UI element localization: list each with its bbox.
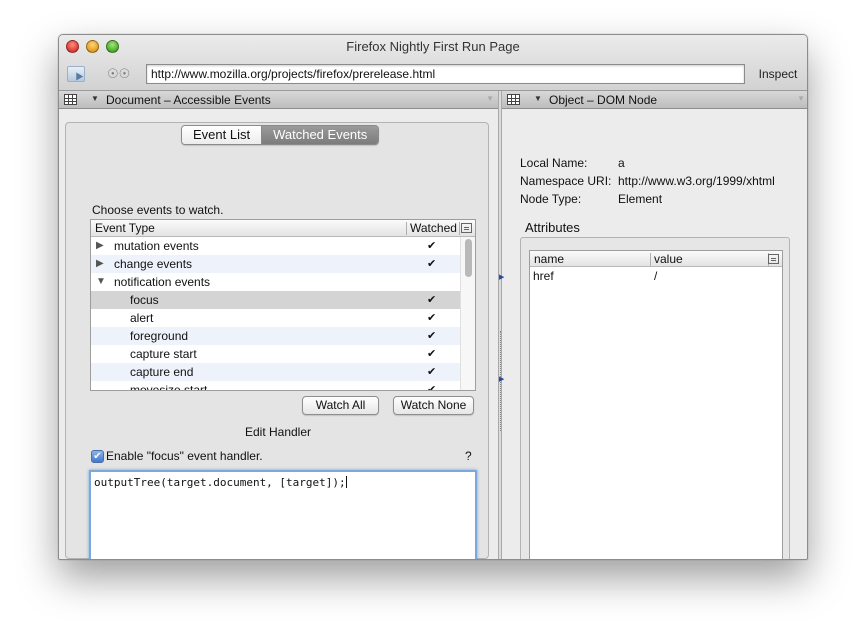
left-panel-header: ▼ Document – Accessible Events ▼ — [59, 91, 498, 109]
column-picker-icon[interactable] — [461, 223, 472, 233]
column-event-type[interactable]: Event Type — [95, 221, 155, 235]
column-divider[interactable] — [459, 222, 460, 235]
watched-check-icon[interactable]: ✔ — [427, 255, 436, 273]
tree-row[interactable]: foreground ✔ — [91, 327, 462, 345]
attributes-header: name value — [530, 251, 782, 267]
attr-name: href — [533, 269, 554, 283]
table-row[interactable]: href / — [530, 268, 782, 285]
right-panel: Local Name: a Namespace URI: http://www.… — [502, 110, 807, 559]
attributes-heading: Attributes — [525, 220, 580, 235]
chevron-down-icon[interactable]: ▼ — [797, 94, 805, 103]
tab-watched-events[interactable]: Watched Events — [262, 126, 379, 144]
help-button[interactable]: ? — [465, 449, 472, 463]
choose-events-label: Choose events to watch. — [92, 203, 224, 217]
chevron-down-icon[interactable]: ▼ — [534, 94, 542, 103]
column-watched[interactable]: Watched — [410, 221, 457, 235]
watched-check-icon[interactable]: ✔ — [427, 381, 436, 390]
tree-row[interactable]: capture start ✔ — [91, 345, 462, 363]
expand-icon[interactable]: ▶ — [96, 255, 104, 273]
left-panel-title[interactable]: Document – Accessible Events — [106, 93, 271, 107]
edit-handler-heading: Edit Handler — [244, 425, 312, 439]
inspector-window: Firefox Nightly First Run Page ☉☉ http:/… — [58, 34, 808, 560]
row-label: capture start — [130, 347, 197, 361]
attributes-box: name value href / — [520, 237, 790, 559]
column-value[interactable]: value — [654, 252, 683, 266]
tree-header: Event Type Watched — [91, 220, 475, 237]
namespace-value: http://www.w3.org/1999/xhtml — [618, 174, 775, 188]
row-label: mutation events — [114, 239, 199, 253]
row-label: capture end — [130, 365, 194, 379]
column-divider[interactable] — [650, 253, 651, 266]
watched-check-icon[interactable]: ✔ — [427, 345, 436, 363]
watched-check-icon[interactable]: ✔ — [427, 291, 436, 309]
row-label: movesize start — [130, 383, 208, 391]
node-picker-icon[interactable] — [67, 66, 85, 82]
tree-row[interactable]: movesize start ✔ — [91, 381, 462, 391]
tree-scrollbar[interactable] — [460, 237, 475, 390]
row-label: foreground — [130, 329, 189, 343]
column-divider[interactable] — [406, 222, 407, 235]
right-panel-title[interactable]: Object – DOM Node — [549, 93, 657, 107]
tree-row-selected[interactable]: focus ✔ — [91, 291, 462, 309]
tree-row[interactable]: ▶ mutation events ✔ — [91, 237, 462, 255]
attributes-table[interactable]: name value href / — [529, 250, 783, 559]
enable-handler-checkbox[interactable]: ✔ — [91, 450, 104, 463]
tree-row[interactable]: alert ✔ — [91, 309, 462, 327]
inspect-button[interactable]: Inspect — [756, 65, 800, 83]
watched-check-icon[interactable]: ✔ — [427, 363, 436, 381]
chevron-down-icon[interactable]: ▼ — [486, 94, 494, 103]
watched-check-icon[interactable]: ✔ — [427, 237, 436, 255]
chevron-down-icon[interactable]: ▼ — [91, 94, 99, 103]
panel-menu-icon[interactable] — [507, 94, 520, 105]
namespace-label: Namespace URI: — [520, 174, 612, 188]
row-label: focus — [130, 293, 159, 307]
handler-code-text: outputTree(target.document, [target]); — [94, 476, 346, 489]
left-panel: Event List Watched Events Choose events … — [59, 110, 498, 559]
watched-check-icon[interactable]: ✔ — [427, 309, 436, 327]
expand-icon[interactable]: ▶ — [96, 237, 104, 255]
enable-handler-label[interactable]: Enable "focus" event handler. — [106, 449, 263, 463]
row-label: notification events — [114, 275, 211, 289]
attr-value: / — [654, 269, 658, 283]
scrollbar-thumb[interactable] — [465, 239, 472, 277]
row-label: change events — [114, 257, 193, 271]
binoculars-icon[interactable]: ☉☉ — [107, 66, 130, 82]
collapse-icon[interactable]: ▼ — [96, 273, 106, 291]
watched-check-icon[interactable]: ✔ — [427, 327, 436, 345]
events-tree[interactable]: Event Type Watched ▶ mutation events ✔ ▶… — [90, 219, 476, 391]
tree-row[interactable]: ▶ change events ✔ — [91, 255, 462, 273]
tab-event-list[interactable]: Event List — [182, 126, 263, 144]
row-label: alert — [130, 311, 154, 325]
local-name-label: Local Name: — [520, 156, 588, 170]
node-type-value: Element — [618, 192, 663, 206]
watch-all-button[interactable]: Watch All — [302, 396, 379, 415]
tree-row[interactable]: ▼ notification events — [91, 273, 462, 291]
column-name[interactable]: name — [534, 252, 564, 266]
watched-events-tabpanel: Event List Watched Events Choose events … — [65, 122, 489, 559]
window-title: Firefox Nightly First Run Page — [346, 39, 520, 54]
text-caret — [345, 476, 347, 488]
titlebar: Firefox Nightly First Run Page ☉☉ http:/… — [59, 35, 807, 91]
column-picker-icon[interactable] — [768, 254, 779, 264]
node-type-label: Node Type: — [520, 192, 582, 206]
tree-row[interactable]: capture end ✔ — [91, 363, 462, 381]
right-panel-header: ▼ Object – DOM Node ▼ — [502, 91, 807, 109]
view-tabs: Event List Watched Events — [181, 125, 380, 145]
panel-menu-icon[interactable] — [64, 94, 77, 105]
local-name-value: a — [618, 156, 625, 170]
url-field[interactable]: http://www.mozilla.org/projects/firefox/… — [146, 64, 745, 84]
handler-code-editor[interactable]: outputTree(target.document, [target]); — [89, 470, 477, 559]
watch-none-button[interactable]: Watch None — [393, 396, 474, 415]
tree-rows: ▶ mutation events ✔ ▶ change events ✔ ▼ … — [91, 237, 462, 391]
